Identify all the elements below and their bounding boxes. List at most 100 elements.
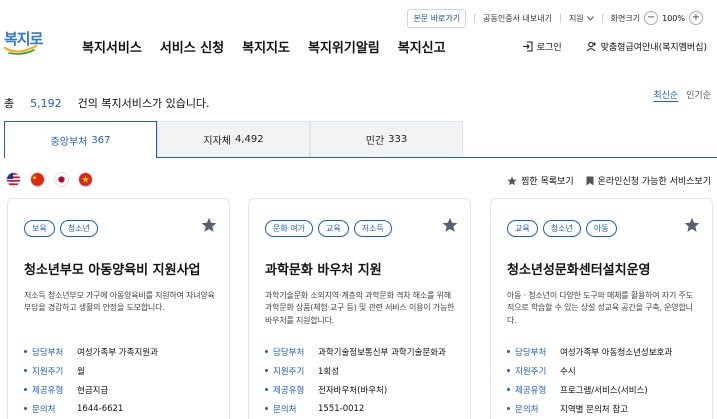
result-count: 총 5,192 건의 복지서비스가 있습니다. (4, 95, 210, 111)
online-filter[interactable]: 온라인신청 가능한 서비스보기 (586, 174, 711, 187)
favorites-filter[interactable]: 찜한 목록보기 (507, 174, 574, 187)
detail-key: 제공유형 (32, 385, 64, 396)
detail-key: 문의처 (515, 404, 539, 415)
china-flag-icon[interactable] (30, 172, 45, 187)
detail-value: 여성가족부 아동청소년성보호과 (560, 347, 673, 358)
detail-value: 1회성 (318, 366, 340, 377)
detail-key: 지원주기 (515, 366, 547, 377)
bullet (507, 350, 510, 353)
detail-key: 지원주기 (32, 366, 64, 377)
favorite-star-icon[interactable] (442, 217, 458, 233)
nav-item-welfare-map[interactable]: 복지지도 (242, 37, 290, 56)
detail-value: 여성가족부 가족지원과 (77, 347, 158, 358)
detail-row: 지원주기 수시 (507, 361, 672, 380)
tab-private[interactable]: 민간 333 (310, 121, 463, 158)
bullet (265, 350, 268, 353)
detail-value: 프로그램/서비스(서비스) (560, 385, 648, 396)
service-card[interactable]: 보육 청소년 청소년부모 아동양육비 지원사업 저소득 청소년부모 가구에 아동… (7, 198, 230, 419)
category-tag[interactable]: 보육 (24, 220, 55, 237)
divider (601, 13, 603, 23)
login-label: 로그인 (536, 43, 562, 53)
detail-value: 1644-6621 (77, 403, 124, 414)
card-description: 저소득 청소년부모 가구에 아동양육비를 지원하여 자녀양육 부담을 경감하고 … (24, 291, 215, 313)
nav-item-service-apply[interactable]: 서비스 신청 (160, 37, 224, 56)
category-tag[interactable]: 청소년 (542, 220, 581, 237)
detail-key: 지원주기 (273, 366, 305, 377)
zoom-out-button[interactable]: − (644, 11, 659, 25)
main-nav: 복지서비스 서비스 신청 복지지도 복지위기알림 복지신고 (82, 37, 446, 56)
japan-flag-icon[interactable] (54, 172, 69, 187)
login-link[interactable]: 로그인 (522, 40, 562, 53)
list-options: 찜한 목록보기 온라인신청 가능한 서비스보기 (507, 174, 711, 187)
detail-key: 담당부처 (32, 347, 64, 358)
favorite-star-icon[interactable] (684, 217, 700, 233)
language-label: 지원 (568, 13, 584, 23)
sort-popular[interactable]: 인기순 (686, 88, 711, 101)
tab-count: 4,492 (234, 134, 264, 145)
favorites-label: 찜한 목록보기 (521, 177, 574, 187)
detail-value: 현금지급 (77, 385, 109, 396)
card-title[interactable]: 과학문화 바우처 지원 (265, 259, 382, 278)
sort-latest[interactable]: 최신순 (653, 88, 678, 101)
nav-item-welfare-report[interactable]: 복지신고 (398, 37, 446, 56)
utility-bar: 본문 바로가기 공동인증서 내보내기 지원 화면크기 − 100% + (407, 8, 703, 28)
card-title[interactable]: 청소년부모 아동양육비 지원사업 (24, 259, 201, 278)
count-number: 5,192 (30, 97, 62, 110)
category-tag[interactable]: 문화·여가 (265, 220, 313, 237)
chevron-down-icon (586, 15, 594, 21)
divider (474, 13, 476, 23)
service-card[interactable]: 교육 청소년 아동 청소년성문화센터설치운영 아동 · 청소년이 다양한 도구와… (490, 198, 713, 419)
category-tag[interactable]: 교육 (507, 220, 538, 237)
detail-row: 담당부처 여성가족부 아동청소년성보호과 (507, 342, 672, 361)
bullet (507, 369, 510, 372)
detail-key: 담당부처 (515, 347, 547, 358)
detail-value: 1551-0012 (318, 403, 365, 414)
language-select[interactable]: 지원 (569, 13, 594, 24)
card-title[interactable]: 청소년성문화센터설치운영 (507, 259, 651, 278)
card-details: 담당부처 여성가족부 아동청소년성보호과 지원주기 수시 제공유형 프로그램/서비스(… (507, 342, 672, 418)
category-tag[interactable]: 교육 (317, 220, 349, 237)
card-details: 담당부처 여성가족부 가족지원과 지원주기 월 제공유형 현금지급 문의처 1644-6… (24, 342, 158, 418)
online-label: 온라인신청 가능한 서비스보기 (597, 177, 711, 187)
detail-row: 담당부처 여성가족부 가족지원과 (24, 342, 158, 361)
membership-link[interactable]: 맞춤형급여안내(복지멤버십) (586, 40, 707, 53)
site-logo[interactable]: 복지로 (4, 26, 46, 62)
bullet (265, 369, 268, 372)
logo-swoosh-icon (4, 44, 38, 55)
tag-list: 교육 청소년 아동 (507, 220, 617, 237)
zoom-in-button[interactable]: + (689, 11, 703, 25)
detail-value: 수시 (560, 366, 576, 377)
detail-row: 담당부처 과학기술정보통신부 과학기술문화과 (265, 342, 446, 361)
us-flag-icon[interactable] (6, 172, 21, 187)
bullet (265, 407, 268, 410)
bullet (507, 407, 510, 410)
category-tag[interactable]: 저소득 (353, 220, 392, 237)
detail-row: 제공유형 프로그램/서비스(서비스) (507, 380, 672, 399)
card-details: 담당부처 과학기술정보통신부 과학기술문화과 지원주기 1회성 제공유형 전자바우처(… (265, 342, 446, 418)
detail-row: 제공유형 현금지급 (24, 380, 158, 399)
skip-to-content-link[interactable]: 본문 바로가기 (407, 8, 467, 28)
vietnam-flag-icon[interactable] (78, 172, 93, 187)
cert-export-link[interactable]: 공동인증서 내보내기 (483, 13, 552, 24)
nav-item-welfare-services[interactable]: 복지서비스 (82, 37, 142, 56)
card-description: 과학기술문화 소외지역·계층의 과학문화 격차 해소를 위해 과학문화 상품(체… (265, 291, 455, 325)
nav-item-crisis-alert[interactable]: 복지위기알림 (308, 37, 380, 56)
favorite-star-icon[interactable] (201, 217, 217, 233)
service-card[interactable]: 문화·여가 교육 저소득 과학문화 바우처 지원 과학기술문화 소외지역·계층의… (248, 198, 471, 419)
bookmark-icon (586, 176, 594, 185)
bullet (24, 407, 27, 410)
card-description: 아동 · 청소년이 다양한 도구와 매체를 활용하여 자기 주도적으로 학습할 … (507, 291, 693, 325)
bullet (24, 369, 27, 372)
detail-value: 월 (77, 366, 85, 377)
tab-underline (157, 157, 717, 158)
tab-central[interactable]: 중앙부처 367 (4, 121, 157, 158)
detail-value: 과학기술정보통신부 과학기술문화과 (318, 347, 446, 358)
category-tag[interactable]: 아동 (585, 220, 617, 237)
category-tag[interactable]: 청소년 (59, 220, 98, 237)
zoom-label: 화면크기 (610, 13, 641, 23)
tab-label: 중앙부처 (50, 136, 88, 148)
tab-local[interactable]: 지자체 4,492 (157, 121, 310, 158)
detail-key: 문의처 (32, 404, 56, 415)
detail-row: 문의처 1551-0012 (265, 399, 446, 418)
tab-label: 지자체 (203, 136, 231, 147)
